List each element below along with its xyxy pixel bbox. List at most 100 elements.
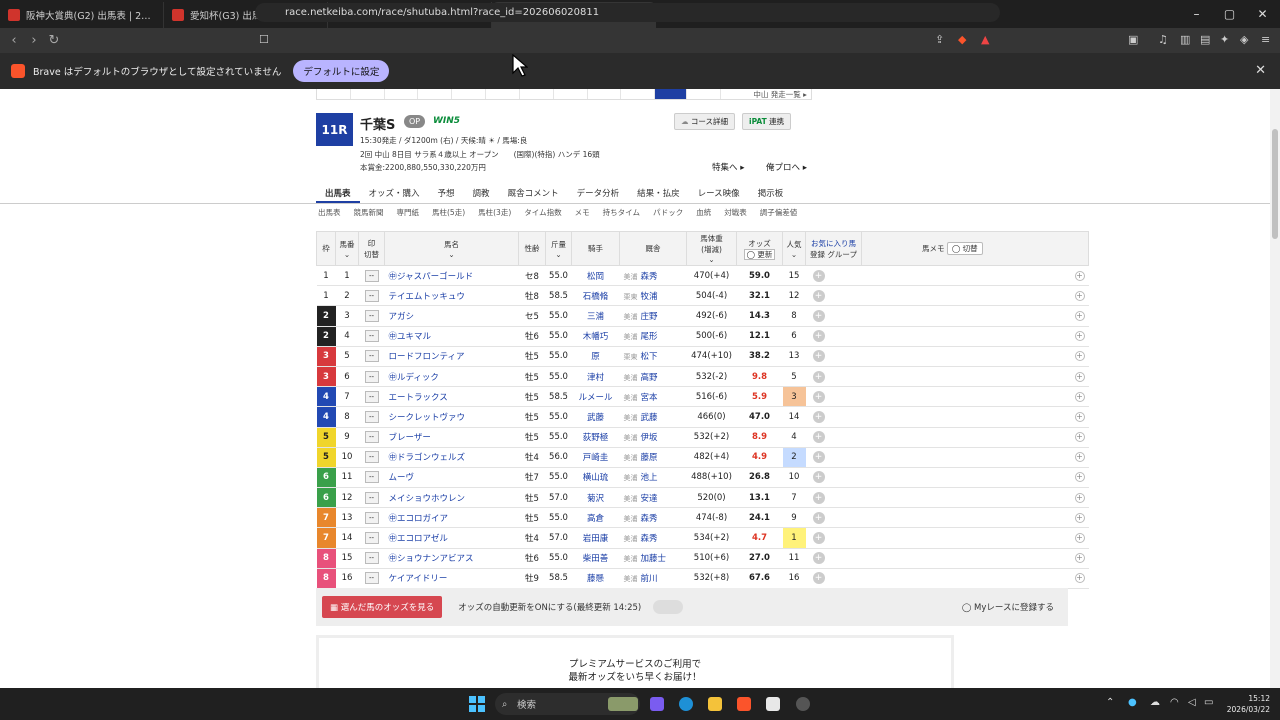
add-memo-icon[interactable]: + [1074, 290, 1085, 301]
jockey-link[interactable]: 高倉 [571, 507, 620, 529]
race-nav-item[interactable] [588, 89, 622, 99]
race-nav-item[interactable] [418, 89, 453, 99]
trainer-cell[interactable]: 美浦 高野 [619, 366, 687, 388]
course-detail-button[interactable]: ☁ コース詳細 [674, 113, 736, 130]
race-nav-item[interactable] [385, 89, 419, 99]
trainer-cell[interactable]: 美浦 前川 [619, 568, 687, 590]
jockey-link[interactable]: 三浦 [571, 305, 620, 327]
race-nav-item[interactable] [687, 89, 721, 99]
trainer-cell[interactable]: 美浦 森秀 [619, 527, 687, 549]
jockey-link[interactable]: 木幡巧 [571, 326, 620, 347]
scrollbar-thumb[interactable] [1272, 129, 1278, 239]
add-memo-icon[interactable]: + [1074, 371, 1085, 382]
mark-select[interactable]: -- [364, 451, 379, 464]
battery-icon[interactable]: ▭ [1204, 697, 1213, 708]
widget-landscape-icon[interactable] [608, 697, 638, 711]
microphone-icon[interactable]: ● [1128, 697, 1137, 708]
settings-gear-icon[interactable] [796, 697, 810, 711]
mark-select[interactable]: -- [364, 572, 379, 585]
col-mark[interactable]: 印切替 [358, 231, 385, 266]
auto-update-toggle[interactable] [653, 600, 684, 614]
url-field[interactable]: race.netkeiba.com/race/shutuba.html?race… [255, 3, 1000, 22]
submenu-item[interactable]: 対戦表 [724, 207, 747, 218]
sort-icon[interactable]: ⌄ [708, 255, 714, 264]
bookmark-icon[interactable]: ☐ [259, 33, 269, 46]
col-umaban[interactable]: 馬番 ⌄ [335, 231, 359, 266]
add-memo-icon[interactable]: + [1074, 533, 1085, 544]
trainer-cell[interactable]: 美浦 森秀 [619, 265, 687, 287]
horse-name-link[interactable]: ケイアイドリー [384, 568, 519, 590]
jockey-link[interactable]: 横山琉 [571, 467, 620, 489]
add-favorite-icon[interactable]: + [812, 390, 825, 403]
feature-link[interactable]: 特集へ ▸ [712, 161, 744, 173]
trainer-cell[interactable]: 美浦 伊坂 [619, 427, 687, 448]
horse-name-link[interactable]: テイエムトッキュウ [384, 285, 519, 307]
horse-name-link[interactable]: メイショウホウレン [384, 487, 519, 509]
forward-icon[interactable]: › [24, 33, 44, 48]
mark-select[interactable]: -- [364, 532, 379, 545]
premium-banner[interactable]: プレミアムサービスのご利用で 最新オッズをいち早くお届け！ [316, 635, 954, 688]
horse-name-link[interactable]: エートラックス [384, 386, 519, 408]
myrace-register-link[interactable]: ◯ Myレースに登録する [962, 601, 1054, 613]
selected-odds-button[interactable]: ▦ 選んだ馬のオッズを見る [322, 596, 443, 618]
horse-name-link[interactable]: ㊥エコロアゼル [384, 527, 519, 549]
add-favorite-icon[interactable]: + [812, 410, 825, 423]
menu-tab[interactable]: 予想 [429, 185, 464, 203]
notepad-icon[interactable] [766, 697, 780, 711]
horse-name-link[interactable]: ㊥ショウナンアビアス [384, 548, 519, 569]
horse-name-link[interactable]: ㊥ドラゴンウェルズ [384, 447, 519, 468]
menu-tab[interactable]: 調教 [464, 185, 499, 203]
jockey-link[interactable]: 荻野極 [571, 427, 620, 448]
submenu-item[interactable]: メモ [575, 207, 590, 218]
add-memo-icon[interactable]: + [1074, 512, 1085, 523]
add-memo-icon[interactable]: + [1074, 331, 1085, 342]
menu-tab[interactable]: レース映像 [689, 185, 749, 203]
race-nav-item[interactable] [452, 89, 487, 99]
submenu-item[interactable]: 馬柱(5走) [432, 207, 465, 218]
submenu-item[interactable]: 持ちタイム [603, 207, 640, 218]
file-explorer-icon[interactable] [708, 697, 722, 711]
trainer-cell[interactable]: 美浦 藤原 [619, 447, 687, 468]
submenu-item[interactable]: 馬柱(3走) [478, 207, 511, 218]
add-memo-icon[interactable]: + [1074, 391, 1085, 402]
menu-tab[interactable]: 出馬表 [316, 185, 360, 203]
trainer-cell[interactable]: 美浦 安達 [619, 487, 687, 509]
race-nav-item[interactable] [486, 89, 520, 99]
mark-select[interactable]: -- [364, 471, 379, 484]
race-nav-item-selected[interactable] [655, 89, 688, 99]
sort-icon[interactable]: ⌄ [555, 250, 561, 259]
submenu-item[interactable]: タイム指数 [524, 207, 561, 218]
submenu-item[interactable]: パドック [653, 207, 683, 218]
horse-name-link[interactable]: ㊥ジャスパーゴールド [384, 265, 519, 287]
minimize-icon[interactable]: – [1180, 7, 1213, 21]
mark-select[interactable]: -- [364, 431, 379, 444]
horse-name-link[interactable]: ムーヴ [384, 467, 519, 489]
add-memo-icon[interactable]: + [1074, 472, 1085, 483]
jockey-link[interactable]: 石橋脩 [571, 285, 620, 307]
memo-toggle-button[interactable]: ◯ 切替 [946, 242, 983, 255]
trainer-cell[interactable]: 美浦 宮本 [619, 386, 687, 408]
mark-select[interactable]: -- [364, 330, 379, 343]
back-icon[interactable]: ‹ [4, 33, 24, 48]
sidebar-icon[interactable]: ▥ [1180, 33, 1190, 46]
brave-taskbar-icon[interactable] [737, 697, 751, 711]
trainer-cell[interactable]: 美浦 森秀 [619, 507, 687, 529]
trainer-cell[interactable]: 栗東 牧浦 [619, 285, 687, 307]
add-memo-icon[interactable]: + [1074, 432, 1085, 443]
trainer-cell[interactable]: 美浦 武藤 [619, 406, 687, 428]
race-list-link[interactable]: 中山 発走一覧 ▸ [721, 89, 811, 99]
mark-toggle[interactable]: 切替 [364, 250, 379, 259]
race-nav-item[interactable] [520, 89, 554, 99]
tray-sync-icon[interactable]: ☁ [1150, 697, 1160, 708]
mark-select[interactable]: -- [364, 511, 379, 524]
add-favorite-icon[interactable]: + [812, 330, 825, 343]
volume-icon[interactable]: ◁ [1188, 697, 1196, 708]
submenu-item[interactable]: 出馬表 [318, 207, 341, 218]
mark-select[interactable]: -- [364, 350, 379, 363]
mark-select[interactable]: -- [364, 410, 379, 423]
mark-select[interactable]: -- [364, 370, 379, 383]
share-icon[interactable]: ⇪ [935, 33, 944, 46]
add-memo-icon[interactable]: + [1074, 492, 1085, 503]
menu-tab[interactable]: データ分析 [568, 185, 629, 203]
menu-tab[interactable]: 結果・払戻 [628, 185, 689, 203]
